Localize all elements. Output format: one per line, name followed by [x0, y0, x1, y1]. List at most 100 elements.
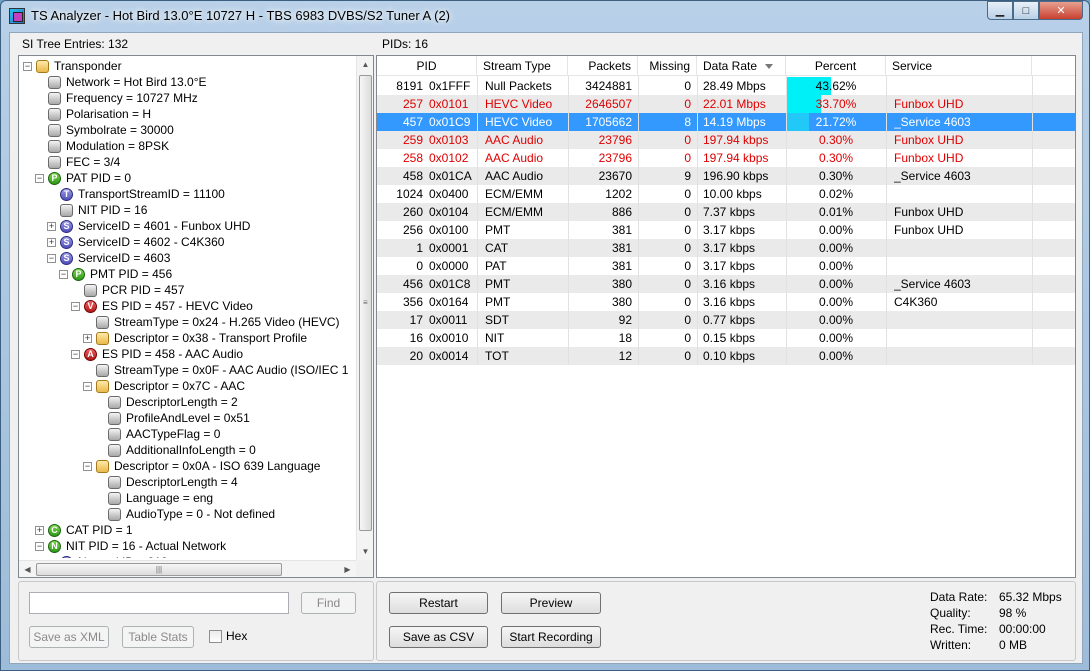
col-packets[interactable]: Packets — [568, 56, 638, 76]
tree-node[interactable]: − P PMT PID = 456 — [59, 266, 172, 282]
find-input[interactable] — [29, 592, 289, 614]
table-stats-button[interactable]: Table Stats — [122, 626, 194, 648]
tree-node[interactable]: − Descriptor = 0x7C - AAC — [83, 378, 245, 394]
table-row[interactable]: 0.30% 259 0x0103 AAC Audio 23796 0 197.94 kbps… — [377, 131, 1075, 149]
col-missing[interactable]: Missing — [638, 56, 697, 76]
expand-icon[interactable]: + — [83, 333, 92, 343]
tree-node-label: ProfileAndLevel = 0x51 — [126, 411, 250, 425]
scroll-right-arrow-icon[interactable]: ▶ — [339, 561, 356, 577]
service-icon: S — [60, 555, 73, 558]
save-as-csv-button[interactable]: Save as CSV — [389, 626, 488, 648]
table-row[interactable]: 0.00% 0 0x0000 PAT 381 0 3.17 kbps — [377, 257, 1075, 275]
pid-table[interactable]: PID Stream Type Packets Missing Data Rat… — [376, 55, 1076, 578]
scroll-left-arrow-icon[interactable]: ◀ — [19, 561, 36, 577]
col-service[interactable]: Service — [886, 56, 1032, 76]
start-recording-button[interactable]: Start Recording — [501, 626, 601, 648]
tree-node[interactable]: + Descriptor = 0x38 - Transport Profile — [83, 330, 307, 346]
expand-icon[interactable]: + — [47, 221, 56, 231]
collapse-icon[interactable]: − — [59, 269, 68, 279]
tree-scroll-thumb[interactable]: ≡ — [359, 75, 372, 531]
leaf-node-icon — [48, 139, 61, 153]
tree-node[interactable]: PCR PID = 457 — [71, 282, 184, 298]
scroll-down-arrow-icon[interactable]: ▼ — [357, 543, 373, 560]
tree-node[interactable]: − A ES PID = 458 - AAC Audio — [71, 346, 243, 362]
tree-node[interactable]: AudioType = 0 - Not defined — [95, 506, 275, 522]
table-row[interactable]: 0.00% 20 0x0014 TOT 12 0 0.10 kbps — [377, 347, 1075, 365]
cell-type: PMT — [485, 223, 511, 237]
minimize-button[interactable]: ▁ — [987, 1, 1013, 20]
tree-node[interactable]: + S ServiceID = 4601 - Funbox UHD — [47, 218, 250, 234]
collapse-icon[interactable]: − — [71, 301, 80, 311]
tree-node[interactable]: DescriptorLength = 4 — [95, 474, 238, 490]
collapse-icon[interactable]: − — [35, 173, 44, 183]
stat-value: 0 MB — [999, 638, 1028, 652]
table-row[interactable]: 21.72% 457 0x01C9 HEVC Video 1705662 8 14.19 M… — [377, 113, 1075, 131]
hex-checkbox[interactable] — [209, 630, 222, 643]
collapse-icon[interactable]: − — [71, 349, 80, 359]
tree-node[interactable]: DescriptorLength = 2 — [95, 394, 238, 410]
tree-node[interactable]: + C CAT PID = 1 — [35, 522, 133, 538]
col-stream-type[interactable]: Stream Type — [477, 56, 568, 76]
tree-node[interactable]: − N NIT PID = 16 - Actual Network — [35, 538, 226, 554]
si-tree[interactable]: − Transponder Network = Hot Bird 13.0°E Fre… — [18, 55, 374, 578]
scroll-up-arrow-icon[interactable]: ▲ — [357, 56, 373, 73]
table-row[interactable]: 43.62% 8191 0x1FFF Null Packets 3424881 0 28.4… — [377, 77, 1075, 95]
close-button[interactable]: ✕ — [1039, 1, 1083, 20]
tree-node[interactable]: T TransportStreamID = 11100 — [47, 186, 225, 202]
tree-node[interactable]: Modulation = 8PSK — [35, 138, 169, 154]
preview-button[interactable]: Preview — [501, 592, 601, 614]
col-percent[interactable]: Percent — [786, 56, 886, 76]
tree-node[interactable]: − P PAT PID = 0 — [35, 170, 131, 186]
table-row[interactable]: 0.00% 17 0x0011 SDT 92 0 0.77 kbps — [377, 311, 1075, 329]
tree-node[interactable]: − Descriptor = 0x0A - ISO 639 Language — [83, 458, 320, 474]
collapse-icon[interactable]: − — [47, 253, 56, 263]
tree-horizontal-scrollbar[interactable]: ◀ ||| ▶ — [19, 560, 356, 577]
collapse-icon[interactable]: − — [83, 461, 92, 471]
title-bar[interactable]: TS Analyzer - Hot Bird 13.0°E 10727 H - … — [1, 1, 1089, 31]
tree-node[interactable]: − V ES PID = 457 - HEVC Video — [71, 298, 253, 314]
tree-node[interactable]: + S ServiceID = 4602 - C4K360 — [47, 234, 224, 250]
table-row[interactable]: 0.00% 456 0x01C8 PMT 380 0 3.16 kbps _Service 4… — [377, 275, 1075, 293]
table-row[interactable]: 0.01% 260 0x0104 ECM/EMM 886 0 7.37 kbps Funbox… — [377, 203, 1075, 221]
tree-node[interactable]: Language = eng — [95, 490, 213, 506]
cell-rate: 3.17 kbps — [703, 223, 756, 237]
col-pid[interactable]: PID — [377, 56, 477, 76]
table-row[interactable]: 0.00% 356 0x0164 PMT 380 0 3.16 kbps C4K360 — [377, 293, 1075, 311]
tree-node[interactable]: − S ServiceID = 4603 — [47, 250, 170, 266]
tree-hscroll-thumb[interactable]: ||| — [36, 563, 282, 576]
expand-icon[interactable]: + — [47, 237, 56, 247]
tree-node[interactable]: Polarisation = H — [35, 106, 151, 122]
tree-node[interactable]: NIT PID = 16 — [47, 202, 147, 218]
table-row[interactable]: 0.30% 258 0x0102 AAC Audio 23796 0 197.94 kbps… — [377, 149, 1075, 167]
tree-node[interactable]: ProfileAndLevel = 0x51 — [95, 410, 250, 426]
find-button[interactable]: Find — [301, 592, 356, 614]
percent-cell: 43.62% — [815, 79, 857, 93]
table-row[interactable]: 33.70% 257 0x0101 HEVC Video 2646507 0 22.01 M… — [377, 95, 1075, 113]
expand-icon[interactable]: + — [35, 525, 44, 535]
tree-node[interactable]: AdditionalInfoLength = 0 — [95, 442, 256, 458]
collapse-icon[interactable]: − — [23, 61, 32, 71]
tree-node[interactable]: − Transponder — [23, 58, 122, 74]
app-window: TS Analyzer - Hot Bird 13.0°E 10727 H - … — [0, 0, 1090, 671]
table-row[interactable]: 0.30% 458 0x01CA AAC Audio 23670 9 196.90 kbps… — [377, 167, 1075, 185]
tree-node[interactable]: AACTypeFlag = 0 — [95, 426, 220, 442]
tree-node[interactable]: FEC = 3/4 — [35, 154, 120, 170]
restart-button[interactable]: Restart — [389, 592, 488, 614]
collapse-icon[interactable]: − — [83, 381, 92, 391]
tree-node[interactable]: Network = Hot Bird 13.0°E — [35, 74, 207, 90]
tree-node[interactable]: StreamType = 0x0F - AAC Audio (ISO/IEC 1… — [83, 362, 349, 378]
tree-node[interactable]: S NetworkID = 318 — [47, 554, 168, 558]
table-row[interactable]: 0.00% 256 0x0100 PMT 381 0 3.17 kbps Funbox UHD — [377, 221, 1075, 239]
save-as-xml-button[interactable]: Save as XML — [29, 626, 109, 648]
tree-node[interactable]: StreamType = 0x24 - H.265 Video (HEVC) — [83, 314, 340, 330]
tree-node[interactable]: Symbolrate = 30000 — [35, 122, 174, 138]
cell-rate: 197.94 kbps — [703, 151, 769, 165]
maximize-button[interactable]: □ — [1013, 1, 1039, 20]
table-row[interactable]: 0.02% 1024 0x0400 ECM/EMM 1202 0 10.00 kbps — [377, 185, 1075, 203]
tree-vertical-scrollbar[interactable]: ▲ ≡ ▼ — [356, 56, 373, 560]
table-row[interactable]: 0.00% 1 0x0001 CAT 381 0 3.17 kbps — [377, 239, 1075, 257]
tree-node[interactable]: Frequency = 10727 MHz — [35, 90, 198, 106]
col-data-rate[interactable]: Data Rate — [697, 56, 786, 76]
collapse-icon[interactable]: − — [35, 541, 44, 551]
table-row[interactable]: 0.00% 16 0x0010 NIT 18 0 0.15 kbps — [377, 329, 1075, 347]
